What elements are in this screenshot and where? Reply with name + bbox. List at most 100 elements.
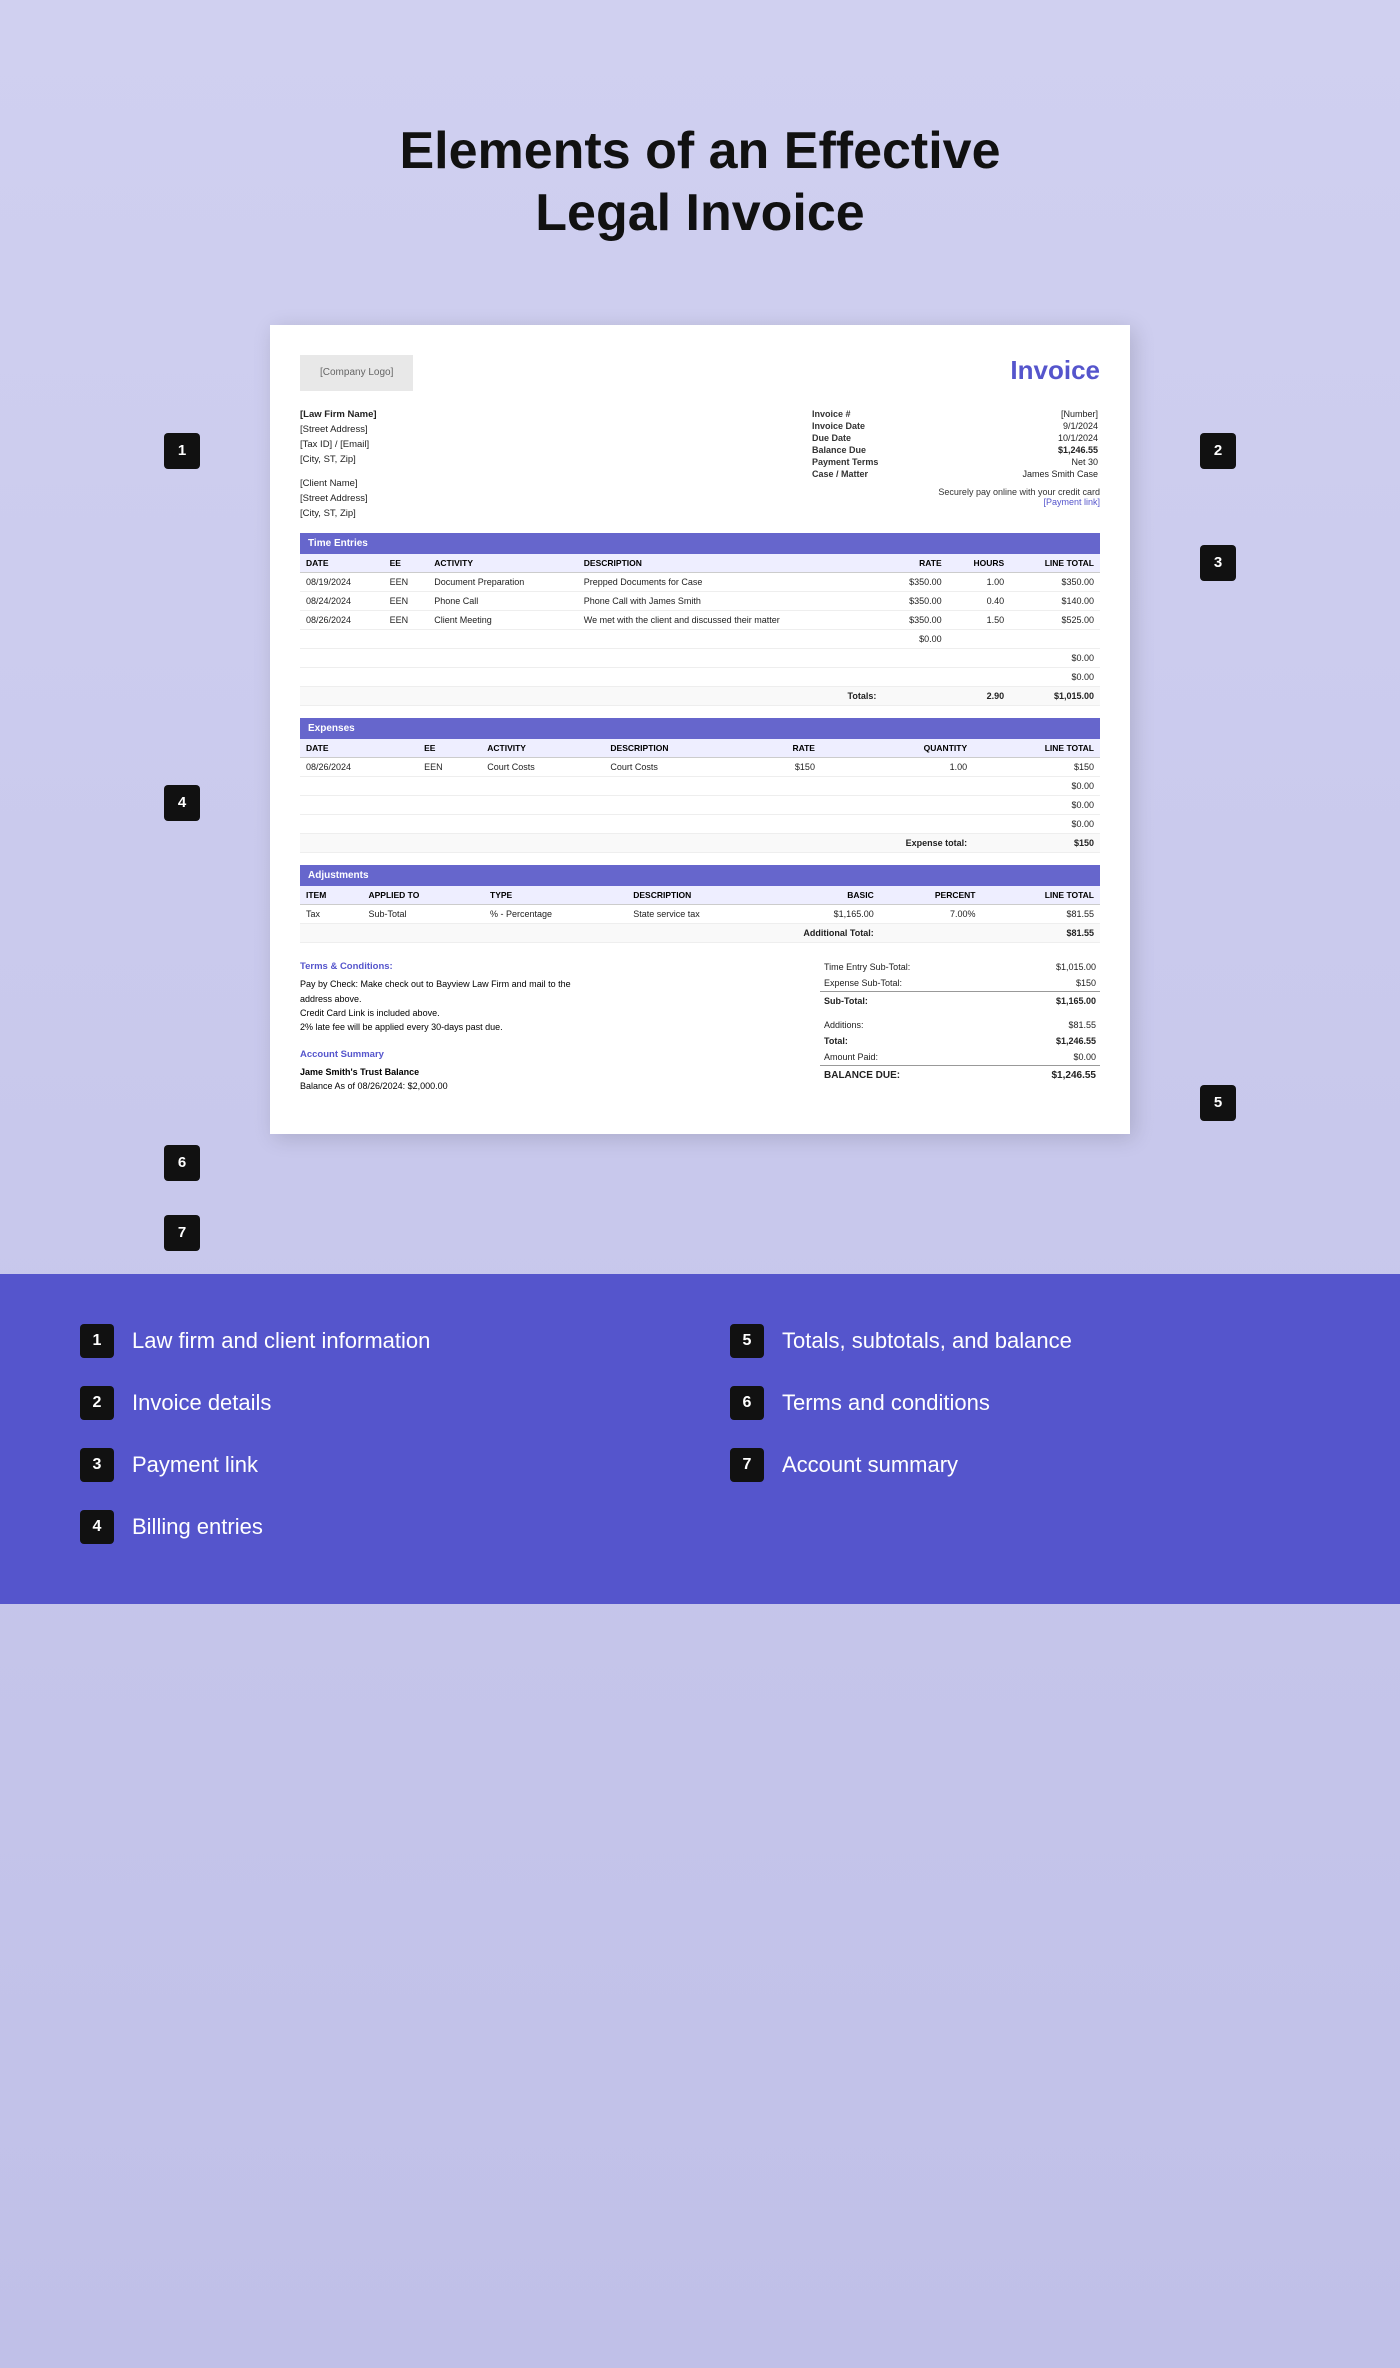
table-row-empty: $0.00 <box>300 630 1100 649</box>
terms-and-account: Terms & Conditions: Pay by Check: Make c… <box>300 959 800 1094</box>
terms-title: Terms & Conditions: <box>300 959 800 974</box>
terms-line2: address above. <box>300 992 800 1006</box>
side-badge-6: 6 <box>164 1145 200 1181</box>
expenses-header: Expenses <box>300 718 1100 739</box>
company-logo: [Company Logo] <box>300 355 413 391</box>
table-row-empty: $0.00 <box>300 777 1100 796</box>
summary-balance-row: BALANCE DUE: $1,246.55 <box>820 1066 1100 1085</box>
expenses-total: Expense total:$150 <box>300 834 1100 853</box>
col-quantity: QUANTITY <box>821 739 973 758</box>
summary-row: Time Entry Sub-Total: $1,015.00 <box>820 959 1100 975</box>
summary-row <box>820 1009 1100 1017</box>
legend-item-1: 1 Law firm and client information <box>80 1324 670 1358</box>
firm-info: [Law Firm Name] [Street Address] [Tax ID… <box>300 407 377 521</box>
adjustments-table: ITEM APPLIED TO TYPE DESCRIPTION BASIC P… <box>300 886 1100 943</box>
table-row-empty: $0.00 <box>300 796 1100 815</box>
side-badge-4: 4 <box>164 785 200 821</box>
invoice-title: Invoice <box>1010 355 1100 391</box>
trust-balance-value: Balance As of 08/26/2024: $2,000.00 <box>300 1079 800 1093</box>
col-description: DESCRIPTION <box>578 554 883 573</box>
table-row-empty: $0.00 <box>300 668 1100 687</box>
page-title: Elements of an Effective Legal Invoice <box>20 60 1380 285</box>
legend-item-6: 6 Terms and conditions <box>730 1386 1320 1420</box>
payment-link[interactable]: Securely pay online with your credit car… <box>810 487 1100 507</box>
terms-line1: Pay by Check: Make check out to Bayview … <box>300 977 800 991</box>
col-percent: PERCENT <box>880 886 982 905</box>
table-row: 08/26/2024EENCourt CostsCourt Costs$1501… <box>300 758 1100 777</box>
legend-item-7: 7 Account summary <box>730 1448 1320 1482</box>
trust-balance-label: Jame Smith's Trust Balance <box>300 1065 800 1079</box>
summary-subtotal-row: Sub-Total: $1,165.00 <box>820 992 1100 1010</box>
legend-badge-2: 2 <box>80 1386 114 1420</box>
legend-badge-6: 6 <box>730 1386 764 1420</box>
col-date: DATE <box>300 739 418 758</box>
col-line-total: LINE TOTAL <box>1010 554 1100 573</box>
invoice-bottom: Terms & Conditions: Pay by Check: Make c… <box>300 959 1100 1094</box>
adjustments-total: Additional Total: $81.55 <box>300 924 1100 943</box>
legend-text-4: Billing entries <box>132 1514 263 1540</box>
side-badge-1: 1 <box>164 433 200 469</box>
col-rate: RATE <box>750 739 821 758</box>
col-description: DESCRIPTION <box>627 886 779 905</box>
col-line-total: LINE TOTAL <box>981 886 1100 905</box>
legend-grid: 1 Law firm and client information 5 Tota… <box>80 1324 1320 1544</box>
legend-text-3: Payment link <box>132 1452 258 1478</box>
page-background: Elements of an Effective Legal Invoice 1… <box>0 0 1400 2368</box>
legend-item-4: 4 Billing entries <box>80 1510 670 1544</box>
side-badge-7: 7 <box>164 1215 200 1251</box>
table-row-empty: $0.00 <box>300 815 1100 834</box>
table-row-empty: $0.00 <box>300 649 1100 668</box>
legend-badge-7: 7 <box>730 1448 764 1482</box>
col-line-total: LINE TOTAL <box>973 739 1100 758</box>
legend-badge-3: 3 <box>80 1448 114 1482</box>
table-row: 08/19/2024EENDocument PreparationPrepped… <box>300 573 1100 592</box>
totals-summary-block: Time Entry Sub-Total: $1,015.00 Expense … <box>820 959 1100 1094</box>
summary-total-row: Total: $1,246.55 <box>820 1033 1100 1049</box>
table-row: TaxSub-Total% - PercentageState service … <box>300 905 1100 924</box>
legend-text-5: Totals, subtotals, and balance <box>782 1328 1072 1354</box>
col-date: DATE <box>300 554 384 573</box>
legend-item-5: 5 Totals, subtotals, and balance <box>730 1324 1320 1358</box>
col-item: ITEM <box>300 886 362 905</box>
col-basic: BASIC <box>779 886 880 905</box>
table-row: 08/24/2024EENPhone CallPhone Call with J… <box>300 592 1100 611</box>
legend-badge-4: 4 <box>80 1510 114 1544</box>
side-badge-3: 3 <box>1200 545 1236 581</box>
legend-text-6: Terms and conditions <box>782 1390 990 1416</box>
legend-section: 1 Law firm and client information 5 Tota… <box>0 1274 1400 1604</box>
col-hours: HOURS <box>948 554 1011 573</box>
terms-line4: 2% late fee will be applied every 30-day… <box>300 1020 800 1034</box>
invoice-details: Invoice # [Number] Invoice Date 9/1/2024… <box>810 407 1100 521</box>
details-table: Invoice # [Number] Invoice Date 9/1/2024… <box>810 407 1100 481</box>
totals-table: Time Entry Sub-Total: $1,015.00 Expense … <box>820 959 1100 1084</box>
time-entries-table: DATE EE ACTIVITY DESCRIPTION RATE HOURS … <box>300 554 1100 706</box>
terms-line3: Credit Card Link is included above. <box>300 1006 800 1020</box>
time-entries-totals: Totals:2.90$1,015.00 <box>300 687 1100 706</box>
col-ee: EE <box>384 554 429 573</box>
side-badge-5: 5 <box>1200 1085 1236 1121</box>
expenses-table: DATE EE ACTIVITY DESCRIPTION RATE QUANTI… <box>300 739 1100 853</box>
col-type: TYPE <box>484 886 627 905</box>
main-title-block: Elements of an Effective Legal Invoice <box>0 0 1400 325</box>
legend-text-1: Law firm and client information <box>132 1328 430 1354</box>
invoice-card: [Company Logo] Invoice [Law Firm Name] [… <box>270 325 1130 1134</box>
invoice-top-row: [Company Logo] Invoice <box>300 355 1100 391</box>
legend-item-empty <box>730 1510 1320 1544</box>
col-description: DESCRIPTION <box>604 739 749 758</box>
adjustments-header: Adjustments <box>300 865 1100 886</box>
invoice-info-row: [Law Firm Name] [Street Address] [Tax ID… <box>300 407 1100 521</box>
time-entries-header: Time Entries <box>300 533 1100 554</box>
expenses-section: Expenses DATE EE ACTIVITY DESCRIPTION RA… <box>300 718 1100 853</box>
summary-paid-row: Amount Paid: $0.00 <box>820 1049 1100 1066</box>
table-row: 08/26/2024EENClient MeetingWe met with t… <box>300 611 1100 630</box>
legend-item-2: 2 Invoice details <box>80 1386 670 1420</box>
adjustments-section: Adjustments ITEM APPLIED TO TYPE DESCRIP… <box>300 865 1100 943</box>
side-badge-2: 2 <box>1200 433 1236 469</box>
legend-item-3: 3 Payment link <box>80 1448 670 1482</box>
summary-row: Expense Sub-Total: $150 <box>820 975 1100 992</box>
legend-badge-5: 5 <box>730 1324 764 1358</box>
col-ee: EE <box>418 739 481 758</box>
legend-badge-1: 1 <box>80 1324 114 1358</box>
col-activity: ACTIVITY <box>481 739 604 758</box>
summary-additions-row: Additions: $81.55 <box>820 1017 1100 1033</box>
